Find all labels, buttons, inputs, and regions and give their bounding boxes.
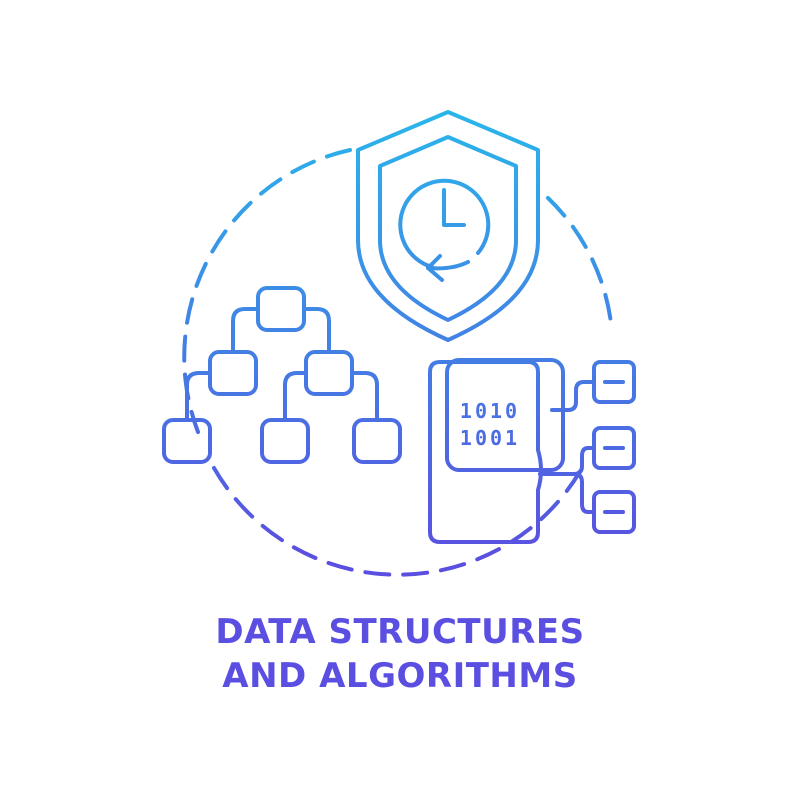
tree-node-leaf-1: [162, 418, 212, 464]
binary-row-1: 1010: [460, 399, 520, 423]
shield-clock-icon: [356, 110, 540, 342]
tree-diagram-icon: [162, 286, 402, 464]
clock-hands: [442, 188, 466, 227]
tree-node-right: [304, 350, 354, 396]
caption-line-1: DATA STRUCTURES: [215, 612, 585, 652]
tree-node-leaf-3: [352, 418, 402, 464]
caption-line-2: AND ALGORITHMS: [222, 656, 578, 696]
binary-row-2: 1001: [460, 426, 520, 450]
dashed-circle: [182, 148, 614, 577]
tree-node-left: [208, 350, 258, 396]
tree-node-root: [256, 286, 306, 332]
tree-node-leaf-2: [260, 418, 310, 464]
